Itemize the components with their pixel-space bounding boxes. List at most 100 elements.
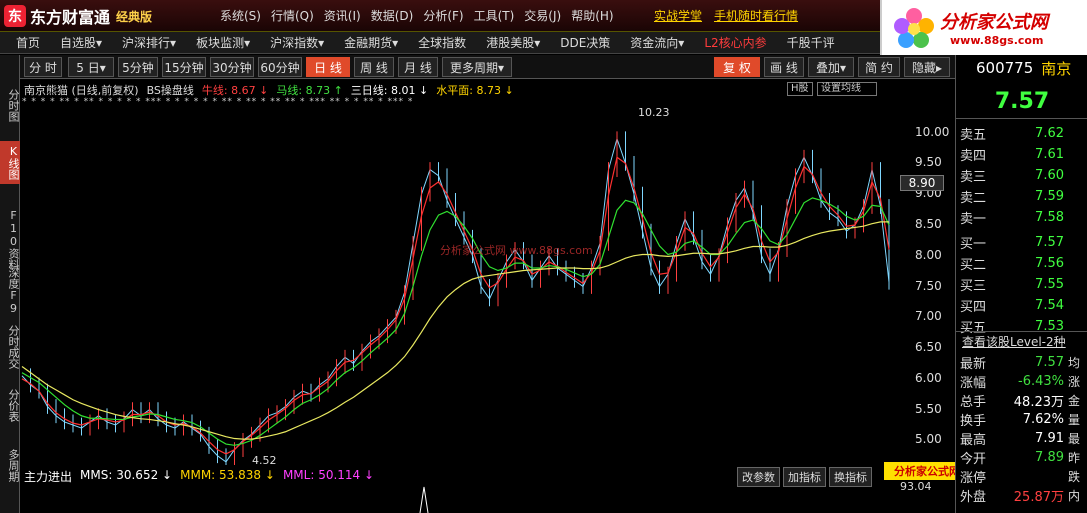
stock-code: 600775 <box>976 59 1034 77</box>
stat-extra-label: 内 <box>1068 489 1081 503</box>
stat-value: 7.91 <box>1035 431 1064 446</box>
tab-f9[interactable]: 深度F9 <box>0 263 20 319</box>
stat-label: 涨幅 <box>960 376 987 391</box>
nav-home[interactable]: 首页 <box>16 34 40 51</box>
order-price: 7.60 <box>1035 168 1064 183</box>
nav-comments[interactable]: 千股千评 <box>787 34 835 51</box>
stat-row: 最高 7.91 最 <box>956 429 1087 448</box>
mms-value: 30.652 <box>116 468 159 482</box>
tab-kline[interactable]: K线图 <box>0 141 20 184</box>
ask-row[interactable]: 卖一 7.58 <box>956 207 1087 228</box>
period-weekly[interactable]: 周 线 <box>354 57 394 77</box>
nav-futures[interactable]: 金融期货▾ <box>344 34 398 51</box>
stat-row: 涨幅 -6.43% 涨 <box>956 372 1087 391</box>
period-intraday[interactable]: 分 时 <box>24 57 62 77</box>
menu-system[interactable]: 系统(S) <box>220 7 261 24</box>
period-15min[interactable]: 15分钟 <box>162 57 206 77</box>
ask-row[interactable]: 卖四 7.61 <box>956 144 1087 165</box>
tab-multi-period[interactable]: 多周期 <box>0 445 20 486</box>
brand-title: 分析家公式网 <box>940 12 1048 33</box>
stock-name: 南京 <box>1041 59 1072 78</box>
nav-watchlist[interactable]: 自选股▾ <box>60 34 102 51</box>
mmm-arrow-icon: ↓ <box>264 468 275 482</box>
order-label: 卖四 <box>960 149 987 164</box>
nav-sector-monitor[interactable]: 板块监测▾ <box>196 34 250 51</box>
bid-row[interactable]: 买一 7.57 <box>956 232 1087 253</box>
top-links: 实战学堂 手机随时看行情 <box>654 7 798 24</box>
ma-label: 马线: <box>276 84 303 97</box>
axis-tick: 10.00 <box>915 124 950 139</box>
stat-extra-label: 量 <box>1068 413 1081 427</box>
ask-row[interactable]: 卖二 7.59 <box>956 186 1087 207</box>
nav-l2-insider[interactable]: L2核心内参 <box>704 34 766 51</box>
period-monthly[interactable]: 月 线 <box>398 57 438 77</box>
order-price: 7.54 <box>1035 298 1064 313</box>
tab-trades[interactable]: 分时成交 <box>0 321 20 373</box>
period-5min[interactable]: 5分钟 <box>118 57 158 77</box>
nav-hk-us[interactable]: 港股美股▾ <box>486 34 540 51</box>
set-ma-button[interactable]: 设置均线 <box>817 82 877 96</box>
low-label: 4.52 <box>252 454 277 465</box>
stat-extra-label: 昨 <box>1068 451 1081 465</box>
hide-button[interactable]: 隐藏▸ <box>904 57 950 77</box>
bid-row[interactable]: 买四 7.54 <box>956 295 1087 316</box>
bid-row[interactable]: 买二 7.56 <box>956 253 1087 274</box>
stat-value: -6.43% <box>1018 374 1064 389</box>
menu-analysis[interactable]: 分析(F) <box>423 7 463 24</box>
indicator-chart[interactable] <box>20 483 895 513</box>
adjust-button[interactable]: 复 权 <box>714 57 760 77</box>
ask-row[interactable]: 卖五 7.62 <box>956 123 1087 144</box>
mmm-label: MMM: <box>180 468 216 482</box>
nav-rankings[interactable]: 沪深排行▾ <box>122 34 176 51</box>
menu-help[interactable]: 帮助(H) <box>571 7 613 24</box>
stat-row: 今开 7.89 昨 <box>956 448 1087 467</box>
stat-label: 今开 <box>960 452 987 467</box>
menu-news[interactable]: 资讯(I) <box>324 7 361 24</box>
niu-label: 牛线: <box>201 84 228 97</box>
period-5day[interactable]: 5 日▾ <box>68 57 114 77</box>
nav-global-index[interactable]: 全球指数 <box>418 34 466 51</box>
menu-data[interactable]: 数据(D) <box>371 7 414 24</box>
period-30min[interactable]: 30分钟 <box>210 57 254 77</box>
link-mobile-quotes[interactable]: 手机随时看行情 <box>714 7 798 24</box>
axis-tick: 9.50 <box>915 155 942 170</box>
tab-intraday[interactable]: 分时图 <box>0 85 20 126</box>
draw-button[interactable]: 画 线 <box>764 57 804 77</box>
period-60min[interactable]: 60分钟 <box>258 57 302 77</box>
nav-bar: 首页 自选股▾ 沪深排行▾ 板块监测▾ 沪深指数▾ 金融期货▾ 全球指数 港股美… <box>0 32 880 54</box>
last-price-big: 7.57 <box>956 85 1087 119</box>
link-practice-school[interactable]: 实战学堂 <box>654 7 702 24</box>
bid-row[interactable]: 买三 7.55 <box>956 274 1087 295</box>
overlay-button[interactable]: 叠加▾ <box>808 57 854 77</box>
ask-row[interactable]: 卖三 7.60 <box>956 165 1087 186</box>
stat-row: 总手 48.23万金 <box>956 391 1087 410</box>
stat-extra-label: 均 <box>1068 356 1081 370</box>
order-label: 买二 <box>960 258 987 273</box>
indicator-info-line: 主力进出 MMS: 30.652 ↓ MMM: 53.838 ↓ MML: 50… <box>24 468 374 484</box>
series-line-ma_mid <box>21 197 890 446</box>
h-share-button[interactable]: H股 <box>787 82 813 96</box>
simple-button[interactable]: 简 约 <box>858 57 900 77</box>
menu-bar: 系统(S) 行情(Q) 资讯(I) 数据(D) 分析(F) 工具(T) 交易(J… <box>220 7 614 24</box>
brand-badge: 分析家公式网 www.88gs.com <box>880 0 1087 60</box>
period-daily[interactable]: 日 线 <box>306 57 350 77</box>
axis-tick: 7.50 <box>915 278 942 293</box>
nav-dde[interactable]: DDE决策 <box>560 34 610 51</box>
kline-chart[interactable]: 10.23 4.52 分析家公式网 www.88gs.com <box>20 108 895 465</box>
niu-arrow-icon: ↓ <box>259 84 269 97</box>
tab-price-table[interactable]: 分价表 <box>0 385 20 426</box>
stat-value: 7.89 <box>1035 450 1064 465</box>
nav-fund-flow[interactable]: 资金流向▾ <box>630 34 684 51</box>
axis-tick: 8.00 <box>915 247 942 262</box>
san-arrow-icon: ↓ <box>419 84 429 97</box>
menu-trade[interactable]: 交易(J) <box>524 7 561 24</box>
menu-tools[interactable]: 工具(T) <box>474 7 515 24</box>
period-more[interactable]: 更多周期▾ <box>442 57 512 77</box>
nav-index[interactable]: 沪深指数▾ <box>270 34 324 51</box>
level2-link[interactable]: 查看该股Level-2种 <box>956 331 1087 351</box>
chart-info-line: 南京熊猫 (日线,前复权) BS操盘线 牛线: 8.67 ↓ 马线: 8.73 … <box>24 82 514 97</box>
stat-value: 7.62% <box>1022 412 1064 427</box>
menu-quotes[interactable]: 行情(Q) <box>271 7 314 24</box>
niu-value: 8.67 <box>231 84 256 97</box>
mmm-value: 53.838 <box>219 468 262 482</box>
